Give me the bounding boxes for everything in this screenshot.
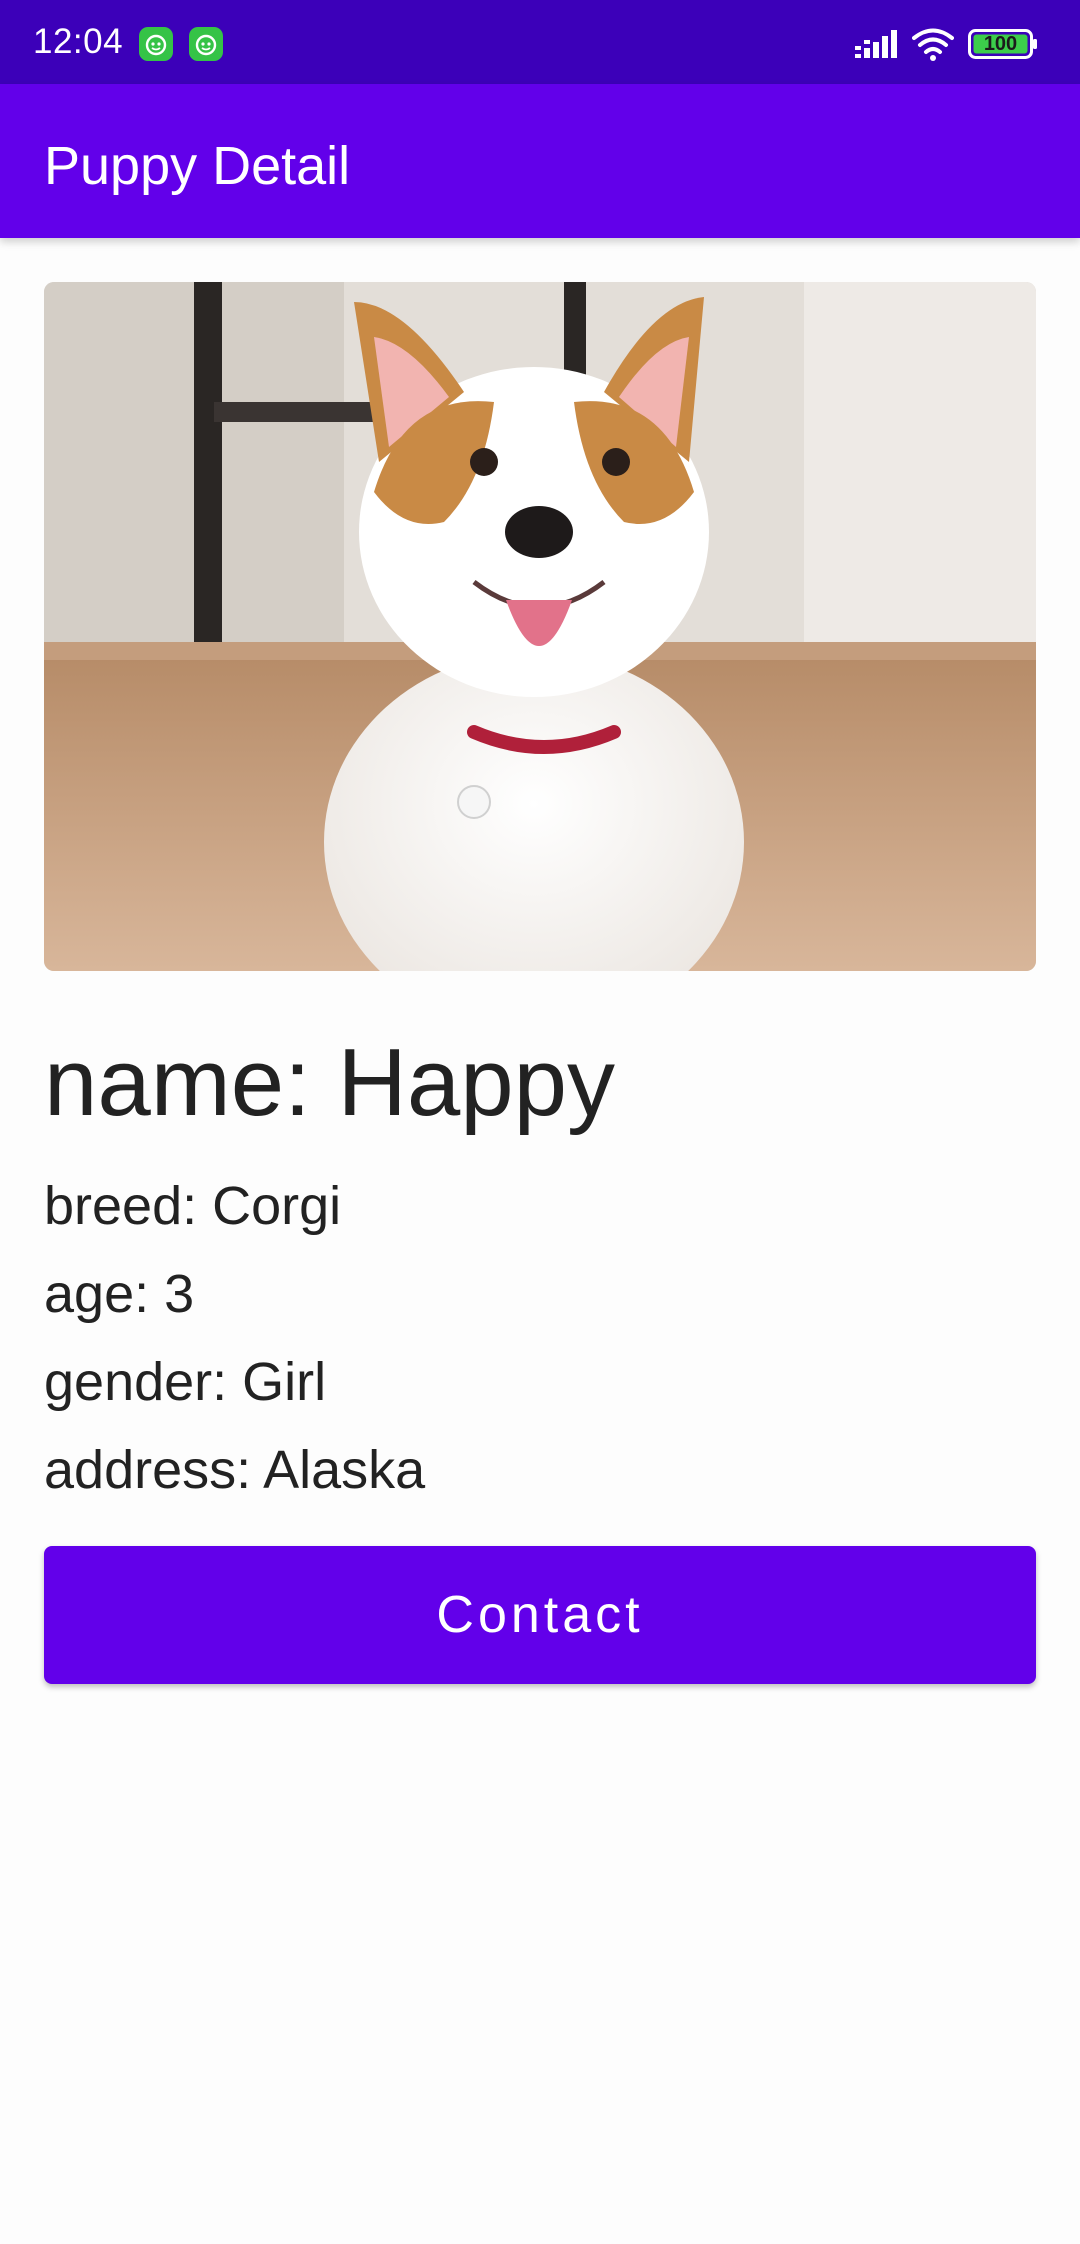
notification-app-icon (139, 27, 173, 61)
contact-button[interactable]: Contact (44, 1546, 1036, 1684)
puppy-gender: gender: Girl (44, 1352, 327, 1412)
page-title: Puppy Detail (44, 136, 351, 196)
status-bar: 12:04 100 (0, 0, 1080, 84)
signal-icon (855, 30, 899, 67)
corgi-puppy-photo (44, 282, 1036, 971)
status-time: 12:04 (33, 22, 124, 61)
puppy-breed: breed: Corgi (44, 1176, 342, 1236)
puppy-address: address: Alaska (44, 1440, 426, 1500)
app-bar: Puppy Detail (0, 84, 1080, 238)
notification-app-icon (189, 27, 223, 61)
puppy-name: name: Happy (44, 1029, 615, 1136)
puppy-image (44, 282, 1036, 971)
battery-level: 100 (983, 33, 1018, 55)
wifi-icon (912, 27, 954, 66)
puppy-age: age: 3 (44, 1264, 195, 1324)
